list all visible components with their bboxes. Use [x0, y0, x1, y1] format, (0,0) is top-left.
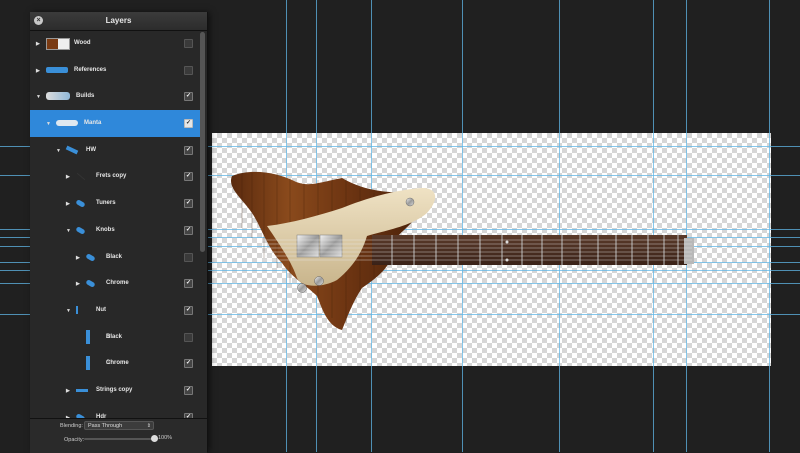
disclosure-collapsed-icon[interactable]: ▶ [36, 68, 40, 74]
layer-name: Builds [76, 93, 95, 100]
disclosure-expanded-icon[interactable]: ▼ [56, 148, 61, 154]
guitar-silhouette-icon [46, 66, 68, 73]
visibility-checkbox[interactable]: ✓ [184, 359, 193, 369]
layer-row[interactable]: ▶ Wood [30, 30, 200, 57]
blue-pill-icon [85, 252, 96, 262]
layer-row[interactable]: ▼ Manta ✓ [30, 110, 200, 137]
disclosure-collapsed-icon[interactable]: ▶ [66, 388, 70, 394]
layers-scrollbar[interactable] [200, 32, 205, 252]
layer-row[interactable]: ▼ Knobs ✓ [30, 217, 200, 244]
layer-name: Wood [74, 40, 91, 46]
manta-thumb-icon [56, 120, 78, 127]
opacity-label: Opacity: [64, 437, 85, 443]
blending-label: Blending: [60, 423, 83, 429]
opacity-slider-knob[interactable] [150, 435, 158, 442]
blue-pill-icon [85, 279, 96, 289]
visibility-checkbox[interactable]: ✓ [184, 199, 193, 209]
pickup [296, 234, 320, 258]
pickup [319, 234, 343, 258]
thin-bar-icon [76, 305, 78, 314]
fret-marker [505, 240, 509, 244]
visibility-checkbox[interactable]: ✓ [184, 172, 193, 182]
layer-row[interactable]: ▶ Hdr ✓ [30, 404, 200, 418]
disclosure-collapsed-icon[interactable]: ▶ [66, 174, 70, 180]
layer-name: HW [86, 146, 96, 153]
layer-row[interactable]: ▶ Frets copy ✓ [30, 163, 200, 190]
layer-name: References [74, 66, 107, 73]
layer-name: Knobs [96, 226, 115, 233]
knob [405, 197, 415, 207]
layer-name: Tuners [96, 200, 116, 207]
guitar-artwork[interactable] [222, 168, 697, 338]
layer-row[interactable]: ▶ References [30, 57, 200, 84]
layer-name: Black [106, 253, 123, 260]
visibility-checkbox[interactable]: ✓ [184, 119, 193, 129]
layer-row[interactable]: ▶ Black [30, 244, 200, 271]
visibility-checkbox[interactable]: ✓ [184, 279, 193, 289]
close-icon[interactable]: × [34, 16, 43, 25]
layer-name: Manta [84, 120, 102, 127]
layer-row[interactable]: ▶ Strings copy ✓ [30, 377, 200, 404]
disclosure-expanded-icon[interactable]: ▼ [66, 228, 71, 234]
layers-panel: × Layers ▶ Wood ▶ References ▼ Builds ✓ ▼ Manta ✓… [30, 12, 208, 453]
blue-pill-icon [75, 225, 86, 235]
layers-list[interactable]: ▶ Wood ▶ References ▼ Builds ✓ ▼ Manta ✓ ▼ HW ✓ ▶ Fret… [30, 30, 200, 418]
layer-row[interactable]: ▼ HW ✓ [30, 137, 200, 164]
layer-name: Chrome [106, 360, 129, 367]
panel-titlebar: × Layers [30, 12, 207, 31]
disclosure-collapsed-icon[interactable]: ▶ [76, 281, 80, 287]
blue-pill-icon [75, 199, 86, 209]
neck [372, 235, 687, 265]
tall-bar-icon [86, 329, 90, 344]
guide-vertical[interactable] [769, 0, 770, 452]
knob [314, 276, 324, 286]
tall-bar-icon [86, 356, 90, 371]
flat-bar-icon [76, 388, 88, 392]
blending-value: Pass Through [88, 423, 123, 429]
blending-select[interactable]: Pass Through ⇕ [84, 421, 154, 430]
panel-title: Layers [105, 16, 132, 25]
knob [297, 283, 307, 293]
layer-row[interactable]: ▶ Chrome ✓ [30, 270, 200, 297]
layer-row[interactable]: ▶ Tuners ✓ [30, 190, 200, 217]
disclosure-collapsed-icon[interactable]: ▶ [76, 255, 80, 261]
visibility-checkbox[interactable] [184, 252, 193, 262]
updown-arrows-icon: ⇕ [146, 423, 151, 429]
layer-name: Frets copy [96, 173, 127, 180]
visibility-checkbox[interactable]: ✓ [184, 225, 193, 235]
layer-row[interactable]: ▼ Builds ✓ [30, 83, 200, 110]
disclosure-expanded-icon[interactable]: ▼ [66, 308, 71, 314]
visibility-checkbox[interactable]: ✓ [184, 385, 193, 395]
visibility-checkbox[interactable]: ✓ [184, 305, 193, 315]
layer-row[interactable]: fx Black [30, 324, 200, 351]
layer-name: Nut [96, 306, 106, 313]
visibility-checkbox[interactable] [184, 65, 193, 75]
hw-thumb-icon [65, 145, 79, 155]
disclosure-collapsed-icon[interactable]: ▶ [66, 201, 70, 207]
layer-row[interactable]: fx Chrome ✓ [30, 350, 200, 377]
disclosure-expanded-icon[interactable]: ▼ [36, 94, 41, 100]
opacity-value: 100% [158, 435, 173, 441]
layer-properties: Blending: Pass Through ⇕ Opacity: 100% [30, 418, 207, 453]
fret-marker [505, 258, 509, 262]
opacity-slider[interactable] [84, 435, 158, 442]
layer-name: Strings copy [96, 386, 133, 393]
line-thumb-icon [76, 173, 86, 181]
wood-swatch-icon [46, 38, 70, 50]
visibility-checkbox[interactable]: ✓ [184, 92, 193, 102]
visibility-checkbox[interactable] [184, 39, 193, 48]
layer-name: Black [106, 333, 123, 340]
layer-name: Chrome [106, 280, 129, 287]
build-thumb-icon [46, 92, 70, 101]
visibility-checkbox[interactable]: ✓ [184, 145, 193, 155]
disclosure-collapsed-icon[interactable]: ▶ [36, 41, 40, 47]
scrollbar-thumb[interactable] [200, 32, 205, 252]
layer-row[interactable]: ▼ Nut ✓ [30, 297, 200, 324]
disclosure-expanded-icon[interactable]: ▼ [46, 121, 51, 127]
visibility-checkbox[interactable] [184, 332, 193, 342]
